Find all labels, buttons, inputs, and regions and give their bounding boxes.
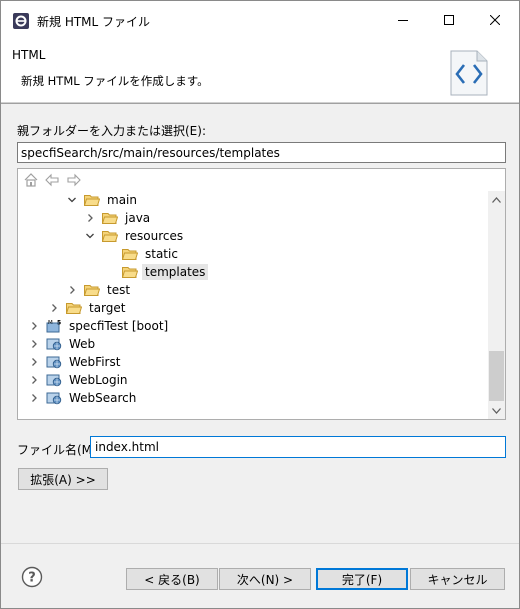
banner-divider (1, 103, 519, 104)
web-project-icon (46, 392, 62, 405)
page-title: HTML (12, 48, 46, 62)
html-file-icon (450, 50, 488, 96)
svg-text:M: M (48, 320, 53, 326)
parent-folder-input[interactable] (17, 142, 506, 163)
file-name-label: ファイル名(M): (17, 443, 101, 457)
chevron-right-icon[interactable] (28, 320, 40, 332)
tree-item-label: templates (142, 264, 209, 280)
svg-text:?: ? (28, 571, 36, 586)
page-description: 新規 HTML ファイルを作成します。 (21, 74, 209, 88)
back-arrow-icon[interactable] (44, 172, 60, 188)
chevron-down-icon[interactable] (84, 230, 96, 242)
tree-toolbar (18, 169, 487, 191)
tree-item[interactable]: test (66, 281, 133, 299)
chevron-right-icon[interactable] (84, 212, 96, 224)
tree-item-label: WebSearch (69, 391, 137, 405)
minimize-icon (398, 20, 408, 21)
tree-item[interactable]: WebFirst (28, 353, 123, 371)
chevron-right-icon[interactable] (66, 284, 78, 296)
tree-item[interactable]: M 5 specfiTest [boot] (28, 317, 171, 335)
footer-divider (1, 543, 519, 544)
chevron-right-icon[interactable] (28, 338, 40, 350)
web-project-icon (46, 374, 62, 387)
chevron-right-icon[interactable] (28, 356, 40, 368)
scroll-thumb[interactable] (489, 351, 504, 401)
advanced-button[interactable]: 拡張(A) >> (18, 468, 108, 490)
tree-item[interactable]: templates (104, 263, 209, 281)
chevron-right-icon[interactable] (28, 392, 40, 404)
tree-item-label: java (125, 211, 151, 225)
folder-icon (102, 213, 118, 224)
help-icon[interactable]: ? (21, 566, 43, 588)
web-project-icon (46, 338, 62, 351)
tree-item[interactable]: static (104, 245, 181, 263)
chevron-right-icon[interactable] (48, 302, 60, 314)
tree-item-label: static (145, 247, 178, 261)
tree-scrollbar[interactable] (488, 191, 505, 419)
close-button[interactable] (472, 1, 518, 39)
home-icon[interactable] (23, 172, 39, 188)
tree-item-label: test (107, 283, 131, 297)
folder-icon (66, 303, 82, 314)
title-bar[interactable]: 新規 HTML ファイル (1, 1, 519, 39)
tree-item-label: Web (69, 337, 96, 351)
window-title: 新規 HTML ファイル (37, 15, 151, 29)
boot-project-icon: M5 (46, 320, 61, 333)
tree-item-label: WebFirst (69, 355, 121, 369)
web-project-icon (46, 356, 62, 369)
finish-button[interactable]: 完了(F) (316, 568, 408, 590)
chevron-right-icon[interactable] (28, 374, 40, 386)
tree-item[interactable]: WebSearch (28, 389, 139, 407)
scroll-down-button[interactable] (488, 402, 505, 419)
tree-item[interactable]: main (66, 191, 140, 209)
minimize-button[interactable] (380, 1, 426, 39)
folder-open-icon (84, 195, 100, 206)
tree-item[interactable]: resources (84, 227, 186, 245)
svg-text:5: 5 (57, 320, 61, 327)
tree-item-label: target (89, 301, 126, 315)
tree-item[interactable]: java (84, 209, 153, 227)
tree-item-label: resources (125, 229, 184, 243)
tree-item[interactable]: Web (28, 335, 98, 353)
chevron-down-icon[interactable] (66, 194, 78, 206)
maximize-button[interactable] (426, 1, 472, 39)
tree-item-label: main (107, 193, 137, 207)
folder-tree[interactable]: main java resources static templates test targ… (17, 168, 506, 420)
back-button[interactable]: < 戻る(B) (126, 568, 218, 590)
chevron-down-icon (492, 407, 501, 414)
folder-icon (122, 249, 138, 260)
tree-item-label: WebLogin (69, 373, 128, 387)
folder-open-icon (122, 267, 138, 278)
cancel-button[interactable]: キャンセル (410, 568, 505, 590)
header-banner: HTML 新規 HTML ファイルを作成します。 (1, 39, 519, 103)
folder-icon (84, 285, 100, 296)
forward-arrow-icon[interactable] (66, 172, 82, 188)
scroll-up-button[interactable] (488, 191, 505, 208)
tree-item[interactable]: target (48, 299, 129, 317)
folder-open-icon (102, 231, 118, 242)
maximize-icon (444, 15, 454, 25)
eclipse-icon (13, 13, 29, 29)
parent-folder-label: 親フォルダーを入力または選択(E): (17, 124, 206, 138)
next-button[interactable]: 次へ(N) > (219, 568, 311, 590)
tree-item[interactable]: WebLogin (28, 371, 131, 389)
chevron-up-icon (492, 196, 501, 203)
tree-item-label: specfiTest [boot] (69, 319, 169, 333)
file-name-input[interactable] (90, 436, 506, 458)
close-icon (490, 15, 500, 25)
dialog-window: 新規 HTML ファイル HTML 新規 HTML ファイルを作成します。 親フ… (0, 0, 520, 609)
